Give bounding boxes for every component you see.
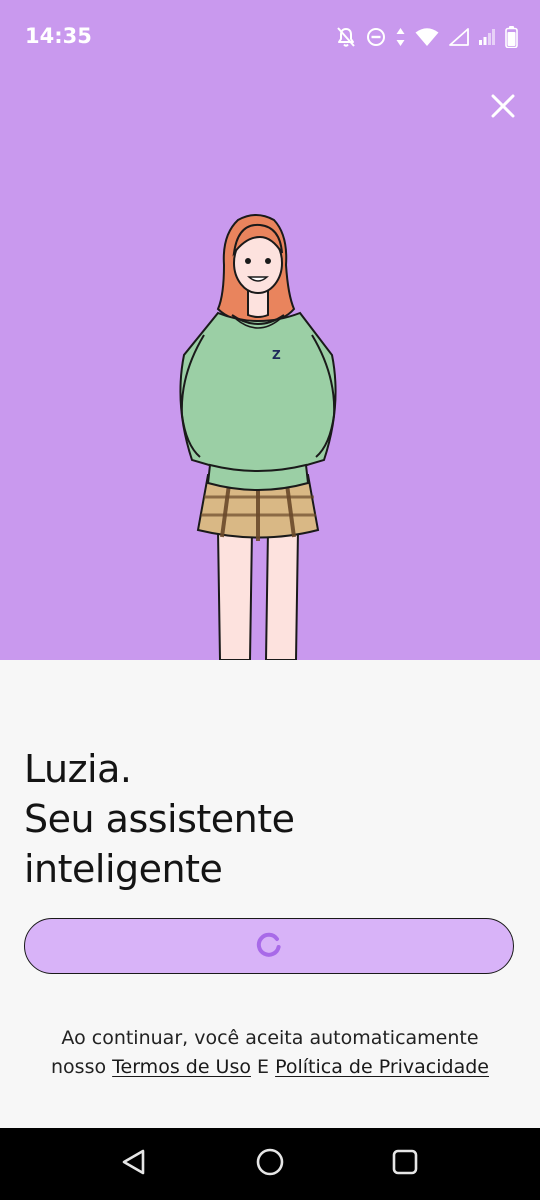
bell-off-icon (336, 26, 356, 48)
assistant-character-illustration: Z (160, 205, 360, 660)
close-icon (491, 94, 515, 122)
terms-prefix: nosso (51, 1056, 107, 1078)
terms-notice: Ao continuar, você aceita automaticament… (0, 1024, 540, 1082)
system-navigation-bar (0, 1128, 540, 1200)
title-line-1: Luzia. (24, 747, 132, 791)
recents-icon (390, 1147, 420, 1181)
terms-of-use-link[interactable]: Termos de Uso (112, 1056, 251, 1078)
data-arrows-icon (396, 27, 405, 47)
sweater-logo: Z (272, 348, 281, 362)
privacy-policy-link[interactable]: Política de Privacidade (275, 1056, 489, 1078)
hero-banner: 14:35 Z (0, 0, 540, 660)
back-icon (119, 1147, 149, 1181)
terms-conjunction: E (257, 1056, 270, 1078)
do-not-disturb-icon (366, 27, 386, 47)
wifi-icon (415, 27, 439, 47)
signal-icon (449, 28, 469, 46)
battery-icon (505, 26, 518, 48)
title-line-2: Seu assistente (24, 797, 295, 841)
continue-button[interactable] (24, 918, 514, 974)
page-title: Luzia. Seu assistente inteligente (24, 744, 524, 894)
recents-button[interactable] (388, 1147, 422, 1181)
home-icon (255, 1147, 285, 1181)
terms-line-1: Ao continuar, você aceita automaticament… (61, 1027, 479, 1049)
status-time: 14:35 (25, 24, 92, 48)
onboarding-content: Luzia. Seu assistente inteligente Ao con… (0, 660, 540, 1128)
status-bar: 14:35 (0, 0, 540, 75)
back-button[interactable] (117, 1147, 151, 1181)
signal-weak-icon (479, 28, 495, 46)
status-icons (336, 25, 518, 49)
title-line-3: inteligente (24, 847, 223, 891)
terms-line-2: nosso Termos de Uso E Política de Privac… (0, 1053, 540, 1082)
home-button[interactable] (253, 1147, 287, 1181)
loading-spinner-icon (256, 931, 282, 961)
close-button[interactable] (486, 91, 520, 125)
